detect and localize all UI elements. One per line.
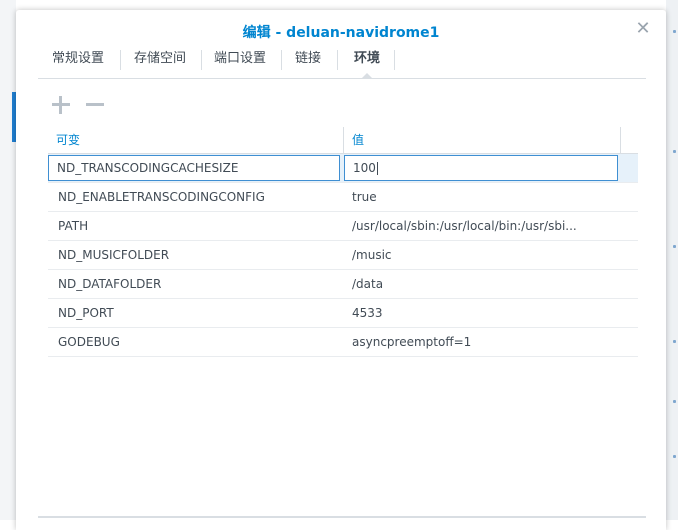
variable-name-field[interactable]: ND_TRANSCODINGCACHESIZE — [48, 155, 340, 181]
tab-general-settings[interactable]: 常规设置 — [46, 46, 110, 77]
table-row[interactable]: ND_TRANSCODINGCACHESIZE 100 — [48, 154, 638, 183]
background-marker — [673, 150, 676, 153]
table-row[interactable]: GODEBUG asyncpreemptoff=1 — [48, 328, 638, 357]
variable-value-text: 100 — [353, 161, 376, 175]
close-icon[interactable]: ✕ — [634, 20, 652, 38]
minus-icon[interactable] — [84, 94, 106, 116]
variable-value-cell: /usr/local/sbin:/usr/local/bin:/usr/sbi.… — [352, 219, 577, 233]
tab-divider — [281, 50, 282, 70]
column-header-variable[interactable]: 可变 — [48, 127, 344, 153]
background-app-sidebar — [0, 0, 16, 520]
column-header-value[interactable]: 值 — [344, 127, 620, 153]
text-caret — [376, 162, 378, 175]
tab-links[interactable]: 链接 — [288, 46, 328, 77]
footer-divider — [38, 516, 646, 518]
tab-label: 链接 — [294, 51, 321, 66]
table-row[interactable]: ND_DATAFOLDER /data — [48, 270, 638, 299]
background-marker — [673, 245, 676, 248]
plus-icon[interactable] — [50, 94, 72, 116]
variable-name-cell: ND_ENABLETRANSCODINGCONFIG — [58, 190, 265, 204]
tab-label: 常规设置 — [51, 51, 104, 66]
column-divider — [620, 127, 621, 153]
tab-divider — [120, 50, 121, 70]
grid-header: 可变 值 — [48, 127, 638, 154]
variable-value-cell: /data — [352, 277, 384, 291]
background-app-edge — [666, 0, 678, 520]
tab-divider — [337, 50, 338, 70]
background-marker — [673, 340, 676, 343]
active-tab-indicator — [362, 73, 372, 78]
variable-name-cell: ND_MUSICFOLDER — [58, 248, 170, 262]
edit-container-dialog: 编辑 - deluan-navidrome1 ✕ 常规设置 存储空间 端口设置 … — [16, 10, 666, 530]
tab-label: 环境 — [353, 51, 380, 66]
environment-grid: 可变 值 ND_TRANSCODINGCACHESIZE 100 ND_ENAB… — [48, 127, 638, 357]
tab-storage[interactable]: 存储空间 — [128, 46, 192, 77]
tab-bar: 常规设置 存储空间 端口设置 链接 环境 — [38, 46, 646, 79]
dialog-title: 编辑 - deluan-navidrome1 — [242, 25, 440, 41]
variable-value-cell: asyncpreemptoff=1 — [352, 335, 472, 349]
table-row[interactable]: ND_PORT 4533 — [48, 299, 638, 328]
tab-divider — [201, 50, 202, 70]
variable-value-field[interactable]: 100 — [344, 155, 618, 181]
variable-value-cell: /music — [352, 248, 392, 262]
tab-label: 存储空间 — [133, 51, 186, 66]
background-marker — [673, 30, 676, 33]
variable-name-cell: ND_PORT — [58, 306, 114, 320]
variable-value-cell: 4533 — [352, 306, 383, 320]
tab-environment[interactable]: 环境 — [344, 46, 390, 78]
tab-label: 端口设置 — [213, 51, 266, 66]
tab-divider — [394, 50, 395, 70]
table-row[interactable]: ND_ENABLETRANSCODINGCONFIG true — [48, 183, 638, 212]
variable-name-cell: PATH — [58, 219, 89, 233]
table-row[interactable]: PATH /usr/local/sbin:/usr/local/bin:/usr… — [48, 212, 638, 241]
table-row[interactable]: ND_MUSICFOLDER /music — [48, 241, 638, 270]
tab-port-settings[interactable]: 端口设置 — [208, 46, 272, 77]
background-marker — [673, 400, 676, 403]
variable-value-cell: true — [352, 190, 377, 204]
variable-name-cell: GODEBUG — [58, 335, 120, 349]
variable-name-text: ND_TRANSCODINGCACHESIZE — [57, 161, 239, 175]
variable-name-cell: ND_DATAFOLDER — [58, 277, 162, 291]
background-marker — [673, 455, 676, 458]
